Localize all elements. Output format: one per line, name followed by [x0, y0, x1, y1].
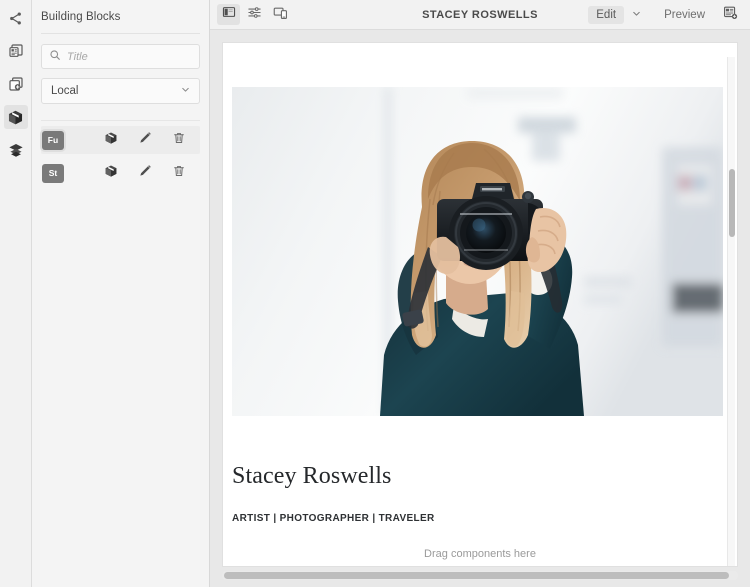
canvas-horizontal-scrollbar[interactable]	[222, 571, 738, 580]
chevron-down-icon	[180, 82, 191, 100]
block-badge[interactable]: St	[42, 163, 64, 183]
block-actions	[94, 161, 196, 185]
page-canvas[interactable]: Stacey Roswells ARTIST | PHOTOGRAPHER | …	[222, 42, 738, 567]
top-toolbar: STACEY ROSWELLS Edit Preview	[210, 0, 750, 30]
rail-item-share[interactable]	[4, 6, 28, 30]
main-area: STACEY ROSWELLS Edit Preview Stacey Rosw…	[210, 0, 750, 587]
scope-select-value: Local	[51, 85, 79, 97]
toolbar-right-group: Edit Preview	[588, 4, 743, 26]
package-icon	[104, 164, 118, 183]
insert-block-button[interactable]	[94, 128, 128, 152]
blocks-list-divider	[41, 120, 200, 121]
package-icon	[7, 109, 24, 126]
block-actions	[94, 128, 196, 152]
block-badge[interactable]: Fu	[42, 130, 64, 150]
chevron-down-icon	[631, 6, 642, 24]
page-settings-button[interactable]	[717, 4, 743, 26]
page-heading[interactable]: Stacey Roswells	[232, 463, 391, 490]
rail-item-building-blocks[interactable]	[3, 105, 28, 129]
edit-block-button[interactable]	[128, 128, 162, 152]
settings-button[interactable]	[243, 4, 266, 25]
responsive-button[interactable]	[269, 4, 292, 25]
rail-item-pages[interactable]	[4, 39, 28, 63]
search-input[interactable]	[67, 46, 187, 67]
canvas-area: Stacey Roswells ARTIST | PHOTOGRAPHER | …	[210, 30, 750, 587]
insert-block-button[interactable]	[94, 161, 128, 185]
hero-image[interactable]	[232, 87, 723, 416]
canvas-horizontal-scroll-thumb[interactable]	[224, 572, 729, 579]
edit-mode-dropdown[interactable]	[624, 4, 648, 26]
app-root: Building Blocks Local	[0, 0, 750, 587]
package-icon	[104, 131, 118, 150]
rail-item-layers[interactable]	[4, 138, 28, 162]
delete-block-button[interactable]	[162, 128, 196, 152]
search-field[interactable]	[41, 44, 200, 69]
search-icon	[49, 48, 61, 66]
pencil-icon	[138, 164, 152, 183]
layers-icon	[8, 142, 24, 158]
panel-body: Local Fu	[32, 34, 209, 187]
rail-item-duplicate[interactable]	[4, 72, 28, 96]
edit-button[interactable]: Edit	[588, 5, 625, 24]
edit-block-button[interactable]	[128, 161, 162, 185]
scope-select[interactable]: Local	[41, 78, 200, 104]
panel-title: Building Blocks	[41, 11, 121, 23]
page-layout-icon	[8, 43, 24, 59]
list-item[interactable]: St	[41, 159, 200, 187]
page-subheading[interactable]: ARTIST | PHOTOGRAPHER | TRAVELER	[232, 513, 435, 524]
responsive-preview-icon	[273, 5, 288, 25]
drop-zone-hint[interactable]: Drag components here	[223, 548, 737, 560]
hero-image-graphic	[232, 87, 723, 416]
canvas-vertical-scroll-thumb[interactable]	[729, 169, 735, 237]
delete-block-button[interactable]	[162, 161, 196, 185]
pencil-icon	[138, 131, 152, 150]
trash-icon	[172, 131, 186, 150]
list-item[interactable]: Fu	[41, 126, 200, 154]
canvas-vertical-scrollbar[interactable]	[727, 57, 735, 566]
toggle-panel-button[interactable]	[217, 4, 240, 25]
building-blocks-panel: Building Blocks Local	[32, 0, 210, 587]
settings-sliders-icon	[247, 5, 262, 25]
add-copy-icon	[8, 76, 24, 92]
preview-button[interactable]: Preview	[656, 6, 713, 24]
page-settings-icon	[723, 5, 738, 25]
panel-toggle-icon	[222, 5, 236, 24]
trash-icon	[172, 164, 186, 183]
left-icon-rail	[0, 0, 32, 587]
share-icon	[8, 11, 23, 26]
